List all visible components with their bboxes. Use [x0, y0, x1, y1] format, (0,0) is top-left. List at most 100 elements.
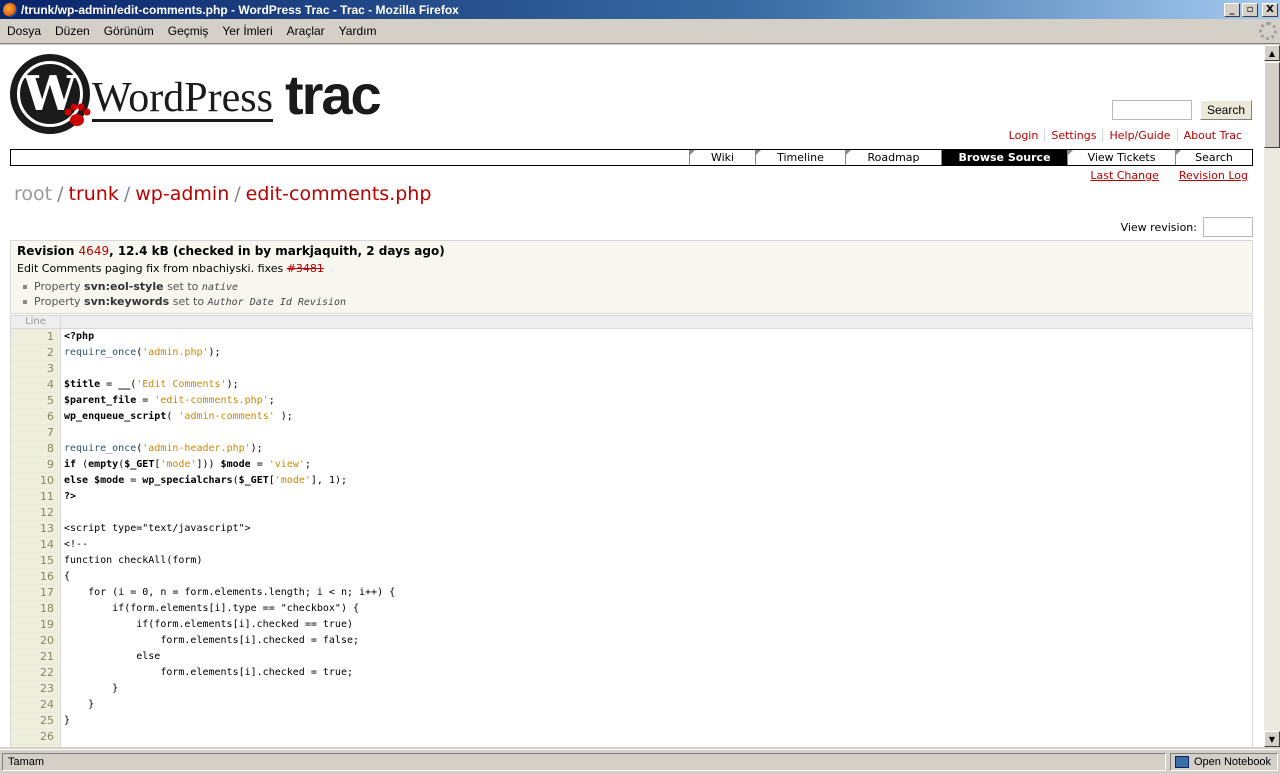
- breadcrumb-separator: /: [234, 183, 241, 205]
- line-number[interactable]: 12: [11, 505, 61, 521]
- search-input[interactable]: [1112, 100, 1192, 120]
- settings-link[interactable]: Settings: [1044, 129, 1102, 142]
- line-number[interactable]: 26: [11, 729, 61, 745]
- line-number[interactable]: 22: [11, 665, 61, 681]
- line-number[interactable]: 14: [11, 537, 61, 553]
- search-button[interactable]: Search: [1200, 100, 1252, 120]
- scroll-up-icon[interactable]: ▲: [1264, 45, 1280, 61]
- about-trac-link[interactable]: About Trac: [1176, 129, 1248, 142]
- metanav: Login Settings Help/Guide About Trac: [1003, 129, 1248, 142]
- line-number[interactable]: 10: [11, 473, 61, 489]
- code-line: 22 form.elements[i].checked = true;: [10, 665, 1253, 681]
- menu-dosya[interactable]: Dosya: [0, 24, 48, 38]
- commit-message: Edit Comments paging fix from nbachiyski…: [17, 262, 1246, 275]
- line-number[interactable]: 21: [11, 649, 61, 665]
- wordpress-trac-logo[interactable]: W WordPress trac: [10, 54, 382, 134]
- window-title: /trunk/wp-admin/edit-comments.php - Word…: [21, 2, 459, 17]
- breadcrumb-root[interactable]: root: [14, 183, 52, 205]
- last-change-link[interactable]: Last Change: [1090, 169, 1159, 182]
- open-notebook-button[interactable]: Open Notebook: [1170, 753, 1278, 771]
- firefox-icon: [3, 2, 17, 17]
- code-rows: 1 <?php 2 require_once('admin.php'); 3 4 $titl…: [10, 329, 1253, 747]
- logo-wordpress-text: WordPress: [92, 74, 273, 122]
- code-line: 24 }: [10, 697, 1253, 713]
- line-number[interactable]: 6: [11, 409, 61, 425]
- minimize-button[interactable]: _: [1224, 2, 1240, 17]
- code-text: $title = __('Edit Comments');: [64, 379, 239, 390]
- breadcrumb-wp-admin[interactable]: wp-admin: [135, 183, 229, 205]
- line-number[interactable]: 24: [11, 697, 61, 713]
- line-number[interactable]: 8: [11, 441, 61, 457]
- line-number[interactable]: 4: [11, 377, 61, 393]
- tab-view-tickets[interactable]: View Tickets: [1067, 150, 1175, 165]
- line-number[interactable]: 17: [11, 585, 61, 601]
- menu-gecmis[interactable]: Geçmiş: [161, 24, 216, 38]
- line-number[interactable]: 3: [11, 361, 61, 377]
- line-number[interactable]: 9: [11, 457, 61, 473]
- revision-line: Revision 4649, 12.4 kB (checked in by ma…: [17, 244, 1246, 258]
- menubar: Dosya Düzen Görünüm Geçmiş Yer İmleri Ar…: [0, 19, 1280, 44]
- scroll-down-icon[interactable]: ▼: [1264, 731, 1280, 747]
- code-text: require_once('admin.php');: [64, 347, 221, 358]
- property-list: Property svn:eol-style set to native Pro…: [21, 279, 1246, 309]
- close-button[interactable]: X: [1262, 2, 1278, 17]
- maximize-button[interactable]: ▫: [1242, 2, 1258, 17]
- line-number[interactable]: 25: [11, 713, 61, 729]
- tab-timeline[interactable]: Timeline: [755, 150, 845, 165]
- help-guide-link[interactable]: Help/Guide: [1102, 129, 1176, 142]
- line-number[interactable]: 23: [11, 681, 61, 697]
- code-line: 18 if(form.elements[i].type == "checkbox…: [10, 601, 1253, 617]
- property-name: svn:keywords: [84, 295, 170, 308]
- breadcrumb-file[interactable]: edit-comments.php: [246, 183, 432, 205]
- line-number[interactable]: 18: [11, 601, 61, 617]
- code-line: 7: [10, 425, 1253, 441]
- paw-icon: [64, 103, 91, 126]
- line-number[interactable]: 5: [11, 393, 61, 409]
- breadcrumb-trunk[interactable]: trunk: [69, 183, 119, 205]
- menu-araclar[interactable]: Araçlar: [280, 24, 332, 38]
- code-line: 17 for (i = 0, n = form.elements.length;…: [10, 585, 1253, 601]
- code-text: else $mode = wp_specialchars($_GET['mode…: [64, 475, 348, 486]
- menu-yer-imleri[interactable]: Yer İmleri: [215, 24, 279, 38]
- tab-search[interactable]: Search: [1175, 150, 1252, 165]
- line-number[interactable]: 1: [11, 329, 61, 345]
- property-value: Author Date Id Revision: [207, 297, 347, 308]
- tab-roadmap[interactable]: Roadmap: [845, 150, 941, 165]
- code-text: if (empty($_GET['mode'])) $mode = 'view'…: [64, 459, 311, 470]
- line-number[interactable]: 15: [11, 553, 61, 569]
- code-text: for (i = 0, n = form.elements.length; i …: [64, 587, 396, 598]
- line-number[interactable]: 13: [11, 521, 61, 537]
- line-number[interactable]: 7: [11, 425, 61, 441]
- menu-yardim[interactable]: Yardım: [332, 24, 384, 38]
- code-text: wp_enqueue_script( 'admin-comments' );: [64, 411, 293, 422]
- vertical-scrollbar[interactable]: ▲ ▼: [1263, 45, 1280, 747]
- code-line: 5 $parent_file = 'edit-comments.php';: [10, 393, 1253, 409]
- code-line: 4 $title = __('Edit Comments');: [10, 377, 1253, 393]
- revision-log-link[interactable]: Revision Log: [1179, 169, 1248, 182]
- scrollbar-thumb[interactable]: [1264, 62, 1280, 148]
- revision-link[interactable]: 4649: [79, 244, 110, 258]
- code-text: form.elements[i].checked = true;: [64, 667, 353, 678]
- line-number[interactable]: 19: [11, 617, 61, 633]
- menu-gorunum[interactable]: Görünüm: [97, 24, 161, 38]
- code-line: 16{: [10, 569, 1253, 585]
- window-titlebar: /trunk/wp-admin/edit-comments.php - Word…: [0, 0, 1280, 19]
- code-line: 21 else: [10, 649, 1253, 665]
- ticket-link[interactable]: #3481: [287, 262, 324, 275]
- menu-duzen[interactable]: Düzen: [48, 24, 97, 38]
- line-number[interactable]: 27: [11, 745, 61, 747]
- revision-label: Revision: [17, 244, 75, 258]
- tab-browse-source[interactable]: Browse Source: [941, 150, 1067, 165]
- code-text: require_once('admin-header.php');: [64, 443, 263, 454]
- login-link[interactable]: Login: [1003, 129, 1045, 142]
- line-number[interactable]: 11: [11, 489, 61, 505]
- revision-input[interactable]: [1203, 217, 1253, 237]
- code-line: 15 function checkAll(form): [10, 553, 1253, 569]
- code-line: 10 else $mode = wp_specialchars($_GET['mo…: [10, 473, 1253, 489]
- tab-wiki[interactable]: Wiki: [689, 150, 755, 165]
- line-number[interactable]: 2: [11, 345, 61, 361]
- breadcrumb-separator: /: [57, 183, 64, 205]
- line-number[interactable]: 16: [11, 569, 61, 585]
- line-number[interactable]: 20: [11, 633, 61, 649]
